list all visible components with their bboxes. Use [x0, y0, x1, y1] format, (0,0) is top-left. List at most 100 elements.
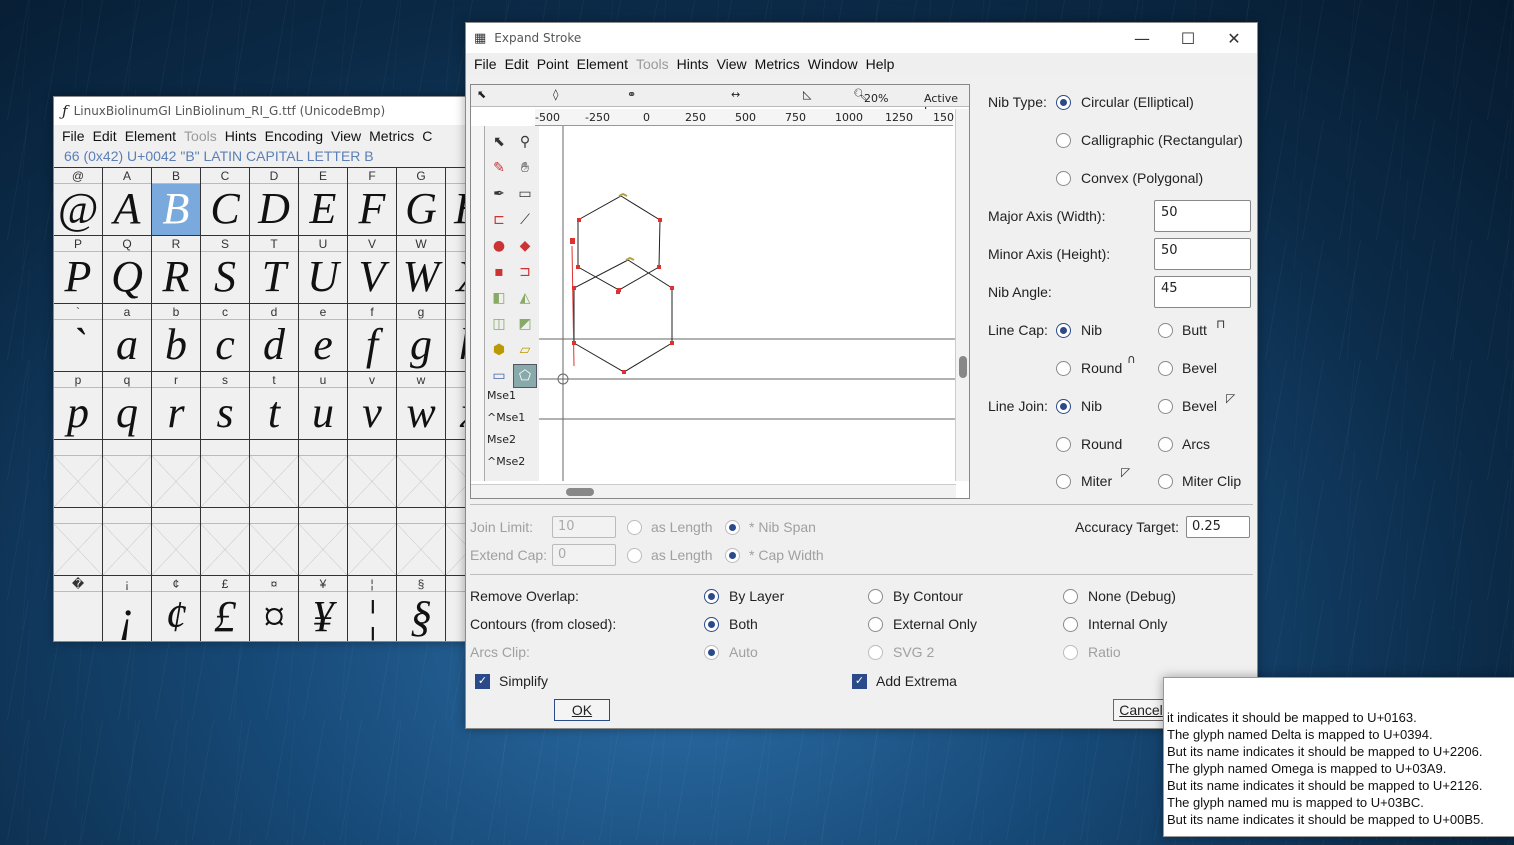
glyph-cell[interactable]: VV: [348, 236, 397, 303]
menu-edit[interactable]: Edit: [89, 128, 121, 144]
glyph-cell[interactable]: ` `: [54, 304, 103, 371]
glyph-cell[interactable]: vv: [348, 372, 397, 439]
glyph-cell[interactable]: pp: [54, 372, 103, 439]
overlap-by-layer-radio[interactable]: [704, 589, 719, 604]
simplify-checkbox[interactable]: ✓: [475, 674, 490, 689]
add-extrema-checkbox[interactable]: ✓: [852, 674, 867, 689]
menu-hints[interactable]: Hints: [673, 56, 713, 72]
glyph-cell[interactable]: [54, 508, 103, 575]
glyph-cell[interactable]: ¤ ¤: [250, 576, 299, 641]
scale-tool-icon[interactable]: ◧: [487, 286, 511, 310]
glyph-cell[interactable]: uu: [299, 372, 348, 439]
glyph-cell[interactable]: [397, 508, 446, 575]
arcs-ratio-radio[interactable]: [1063, 645, 1078, 660]
glyph-cell[interactable]: ff: [348, 304, 397, 371]
menu-file[interactable]: File: [470, 56, 501, 72]
menu-window[interactable]: Window: [804, 56, 862, 72]
join-bevel-label[interactable]: Bevel: [1182, 398, 1217, 414]
cap-width-label[interactable]: * Cap Width: [749, 547, 824, 563]
glyph-cell[interactable]: PP: [54, 236, 103, 303]
glyph-cell[interactable]: qq: [103, 372, 152, 439]
vertical-scroll-thumb[interactable]: [959, 356, 967, 378]
cap-width-radio[interactable]: [725, 548, 740, 563]
menu-metrics[interactable]: Metrics: [365, 128, 418, 144]
glyph-cell[interactable]: [54, 440, 103, 507]
pencil-tool-icon[interactable]: ✎: [487, 156, 511, 180]
nib-angle-input[interactable]: 45: [1154, 276, 1251, 308]
menu-hints[interactable]: Hints: [221, 128, 261, 144]
join-nib-radio[interactable]: [1056, 399, 1071, 414]
glyph-cell[interactable]: tt: [250, 372, 299, 439]
horizontal-scroll-thumb[interactable]: [566, 488, 594, 496]
cap-butt-radio[interactable]: [1158, 323, 1173, 338]
cancel-button[interactable]: Cancel: [1113, 699, 1169, 721]
tangent-icon[interactable]: ⚭: [627, 88, 636, 101]
cap-bevel-radio[interactable]: [1158, 361, 1173, 376]
join-as-length-radio[interactable]: [627, 520, 642, 535]
glyph-cell[interactable]: ee: [299, 304, 348, 371]
glyph-cell[interactable]: QQ: [103, 236, 152, 303]
magnify-tool-icon[interactable]: ⚲: [513, 130, 537, 154]
overlap-by-layer-label[interactable]: By Layer: [729, 588, 784, 604]
glyph-cell[interactable]: BB: [152, 168, 201, 235]
curve-point-icon[interactable]: ◊: [553, 88, 558, 101]
arcs-auto-label[interactable]: Auto: [729, 644, 758, 660]
minor-axis-input[interactable]: 50: [1154, 238, 1251, 270]
menu-element[interactable]: Element: [573, 56, 632, 72]
glyph-cell[interactable]: ss: [201, 372, 250, 439]
extend-cap-input[interactable]: 0: [552, 544, 616, 566]
glyph-cell[interactable]: § §: [397, 576, 446, 641]
glyph-cell[interactable]: [348, 508, 397, 575]
glyph-cell[interactable]: ¡ ¡: [103, 576, 152, 641]
vertical-scrollbar[interactable]: [955, 109, 969, 481]
cap-as-length-label[interactable]: as Length: [651, 547, 713, 563]
glyph-cell[interactable]: EE: [299, 168, 348, 235]
menu-help[interactable]: Help: [862, 56, 899, 72]
join-bevel-radio[interactable]: [1158, 399, 1173, 414]
glyph-cell[interactable]: [152, 508, 201, 575]
accuracy-input[interactable]: 0.25: [1186, 516, 1250, 538]
glyph-cell[interactable]: AA: [103, 168, 152, 235]
glyph-cell[interactable]: GG: [397, 168, 446, 235]
pointer-icon[interactable]: ⬉: [477, 88, 486, 101]
contours-internal-radio[interactable]: [1063, 617, 1078, 632]
glyph-cell[interactable]: [250, 508, 299, 575]
glyph-cell[interactable]: [397, 440, 446, 507]
glyph-cell[interactable]: TT: [250, 236, 299, 303]
join-nib-span-label[interactable]: * Nib Span: [749, 519, 816, 535]
overlap-none-radio[interactable]: [1063, 589, 1078, 604]
3d-rotate-tool-icon[interactable]: ⬢: [487, 338, 511, 362]
glyph-cell[interactable]: CC: [201, 168, 250, 235]
arcs-svg2-label[interactable]: SVG 2: [893, 644, 934, 660]
glyph-cell[interactable]: [201, 508, 250, 575]
corner-tool-icon[interactable]: ▪: [487, 260, 511, 284]
menu-edit[interactable]: Edit: [501, 56, 533, 72]
menu-encoding[interactable]: Encoding: [261, 128, 327, 144]
expand-stroke-titlebar[interactable]: ▦ Expand Stroke — ☐ ✕: [466, 23, 1257, 53]
skew-tool-icon[interactable]: ◩: [513, 312, 537, 336]
nib-calligraphic-label[interactable]: Calligraphic (Rectangular): [1081, 132, 1243, 148]
perspective-tool-icon[interactable]: ▱: [513, 338, 537, 362]
cap-nib-radio[interactable]: [1056, 323, 1071, 338]
join-nib-span-radio[interactable]: [725, 520, 740, 535]
glyph-cell[interactable]: ww: [397, 372, 446, 439]
nib-convex-radio[interactable]: [1056, 171, 1071, 186]
maximize-icon[interactable]: ☐: [1165, 29, 1211, 48]
glyph-cell[interactable]: bb: [152, 304, 201, 371]
menu-element[interactable]: Element: [121, 128, 180, 144]
join-as-length-label[interactable]: as Length: [651, 519, 713, 535]
glyph-cell[interactable]: ¥ ¥: [299, 576, 348, 641]
glyph-cell[interactable]: ¢ ¢: [152, 576, 201, 641]
pen-tool-icon[interactable]: ✒: [487, 182, 511, 206]
add-extrema-label[interactable]: Add Extrema: [876, 673, 957, 689]
glyph-cell[interactable]: £ £: [201, 576, 250, 641]
glyph-cell[interactable]: �: [54, 576, 103, 641]
cap-round-radio[interactable]: [1056, 361, 1071, 376]
menu-cid[interactable]: C: [418, 128, 436, 144]
contours-both-radio[interactable]: [704, 617, 719, 632]
ruler-tool-icon[interactable]: ▭: [513, 182, 537, 206]
polygon-tool-icon[interactable]: ⬠: [513, 364, 537, 388]
nib-circular-radio[interactable]: [1056, 95, 1071, 110]
menu-file[interactable]: File: [58, 128, 89, 144]
contours-external-radio[interactable]: [868, 617, 883, 632]
